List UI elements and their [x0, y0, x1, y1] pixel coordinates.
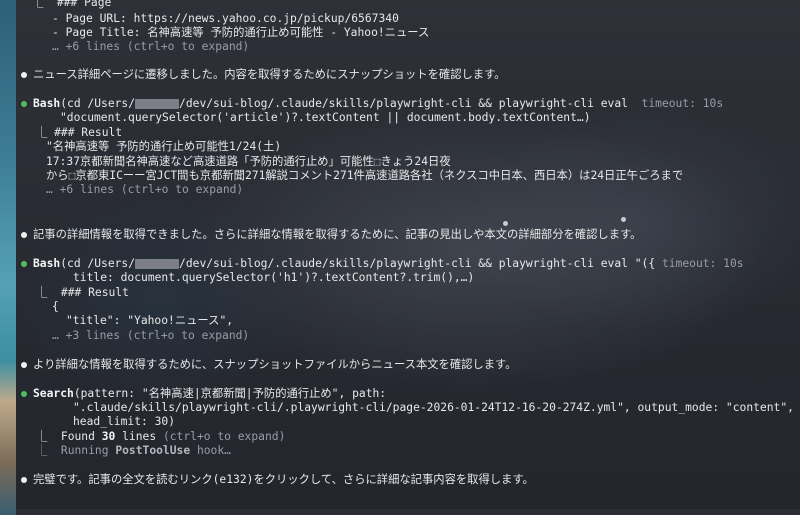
- tool-success-bullet-icon: [21, 391, 27, 397]
- bash-command-rest: /dev/sui-blog/.claude/skills/playwright-…: [179, 257, 656, 270]
- search-label: Search: [33, 387, 74, 400]
- hook-name: PostToolUse: [115, 444, 191, 457]
- timeout-label: timeout: 10s: [661, 257, 744, 270]
- hook-prefix: ⎿ Running: [36, 444, 116, 457]
- bash-command-rest: /dev/sui-blog/.claude/skills/playwright-…: [179, 97, 628, 110]
- bash-label: Bash: [33, 257, 61, 270]
- bash-command-line: Bash(cd /Users/ /dev/sui-blog/.claude/ski…: [33, 257, 744, 271]
- search-args-continuation: head_limit: 30): [73, 415, 176, 428]
- page-url-line: - Page URL: https://news.yahoo.co.jp/pic…: [52, 12, 399, 25]
- assistant-message: 完璧です。記事の全文を読むリンク(e132)をクリックして、さらに詳細な記事内容…: [33, 473, 534, 486]
- page-heading: ⎿ ### Page: [32, 0, 112, 9]
- bash-command-start: (cd /Users/: [60, 97, 136, 110]
- search-command-line: Search(pattern: "名神高速|京都新聞|予防的通行止め", pat…: [33, 387, 386, 401]
- terminal-bottom-border: [16, 509, 800, 515]
- expand-hint[interactable]: … +3 lines (ctrl+o to expand): [52, 329, 249, 343]
- result-line: 17:37京都新聞名神高速など高速道路「予防的通行止め」可能性⬚きょう24日夜: [46, 155, 451, 168]
- bash-label: Bash: [33, 97, 61, 110]
- tool-success-bullet-icon: [21, 261, 27, 267]
- redacted-username: [135, 99, 180, 109]
- assistant-message: ニュース詳細ページに遷移しました。内容を取得するためにスナップショットを確認しま…: [33, 68, 506, 81]
- result-heading: ⎿ ### Result: [36, 286, 129, 299]
- wallpaper-speck: [503, 221, 508, 226]
- window-edge-wallpaper: [0, 0, 16, 515]
- result-line: "名神高速等 予防的通行止め可能性1/24(土): [46, 140, 282, 153]
- page-title-line: - Page Title: 名神高速等 予防的通行止め可能性 - Yahoo!ニ…: [52, 26, 430, 39]
- message-bullet-icon: [21, 72, 27, 78]
- result-line: {: [52, 300, 59, 313]
- wallpaper-speck: [621, 217, 626, 222]
- message-bullet-icon: [21, 477, 27, 483]
- hook-suffix: hook…: [190, 444, 231, 457]
- result-prefix: ⎿ Found: [36, 430, 102, 443]
- bash-command-continuation: title: document.querySelector('h1')?.tex…: [73, 271, 475, 284]
- tool-success-bullet-icon: [21, 101, 27, 107]
- result-line: "title": "Yahoo!ニュース",: [66, 314, 234, 327]
- search-args: (pattern: "名神高速|京都新聞|予防的通行止め", path:: [73, 387, 387, 400]
- bash-command-continuation: "document.querySelector('article')?.text…: [60, 111, 591, 124]
- found-suffix: lines: [115, 430, 157, 443]
- expand-hint[interactable]: (ctrl+o to expand): [156, 430, 285, 443]
- timeout-label: timeout: 10s: [641, 97, 724, 110]
- expand-hint[interactable]: … +6 lines (ctrl+o to expand): [52, 40, 249, 54]
- message-bullet-icon: [21, 232, 27, 238]
- search-args-continuation: ".claude/skills/playwright-cli/.playwrig…: [73, 401, 794, 414]
- bash-command-start: (cd /Users/: [60, 257, 136, 270]
- result-line: から⬚京都東ICーー宮JCT間も京都新聞271解説コメント271件高速道路各社（…: [46, 169, 684, 182]
- assistant-message: 記事の詳細情報を取得できました。さらに詳細な情報を取得するために、記事の見出しや…: [33, 228, 642, 241]
- redacted-username: [135, 259, 180, 269]
- assistant-message: より詳細な情報を取得するために、スナップショットファイルからニュース本文を確認し…: [33, 358, 517, 371]
- found-count: 30: [101, 430, 116, 443]
- search-result-summary: ⎿ Found 30 lines (ctrl+o to expand): [36, 430, 285, 444]
- bash-command-line: Bash(cd /Users/ /dev/sui-blog/.claude/ski…: [33, 97, 723, 111]
- result-heading: ⎿ ### Result: [36, 126, 123, 139]
- message-bullet-icon: [21, 362, 27, 368]
- hook-status: ⎿ Running PostToolUse hook…: [36, 444, 231, 458]
- expand-hint[interactable]: … +6 lines (ctrl+o to expand): [46, 183, 243, 197]
